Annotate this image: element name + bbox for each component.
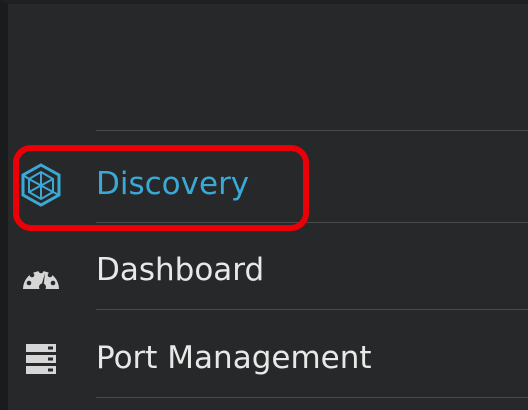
sidebar-item-label: Port Management bbox=[96, 340, 372, 376]
divider bbox=[96, 397, 528, 398]
divider bbox=[96, 130, 528, 131]
sidebar-nav: Discovery Dashboard Port Management bbox=[0, 0, 528, 410]
port-management-icon bbox=[18, 336, 64, 382]
discovery-hexagon-icon bbox=[18, 162, 64, 208]
sidebar-item-discovery[interactable]: Discovery bbox=[8, 149, 528, 221]
divider bbox=[96, 222, 528, 223]
sidebar-item-dashboard[interactable]: Dashboard bbox=[8, 236, 528, 308]
sidebar-item-port-management[interactable]: Port Management bbox=[8, 322, 528, 394]
divider bbox=[96, 309, 528, 310]
dashboard-gauge-icon bbox=[18, 252, 64, 298]
sidebar-item-label: Dashboard bbox=[96, 252, 265, 288]
sidebar-item-label: Discovery bbox=[96, 166, 250, 202]
